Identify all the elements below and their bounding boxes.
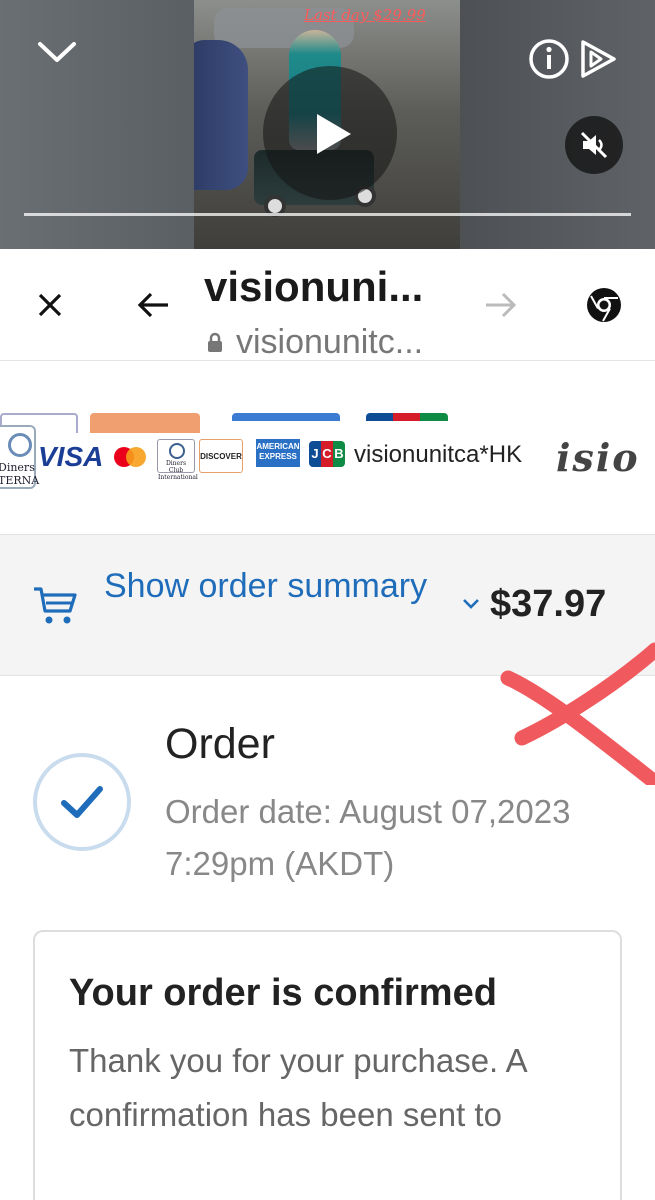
close-icon	[38, 293, 62, 317]
play-icon	[317, 114, 351, 154]
jcb-logo: JCB	[309, 441, 345, 467]
merchant-descriptor: visionunitca*HK	[354, 441, 523, 468]
show-order-summary-link[interactable]: Show order summary	[104, 567, 442, 605]
order-status-check	[33, 753, 131, 851]
order-summary-toggle[interactable]: Show order summary $37.97	[0, 534, 655, 676]
close-tab-button[interactable]	[36, 291, 64, 324]
visa-logo: VISA	[38, 441, 104, 472]
mute-button[interactable]	[565, 116, 623, 174]
parked-car	[194, 40, 248, 190]
url-text: visionunitc...	[236, 323, 424, 361]
forward-button[interactable]	[484, 291, 518, 324]
logo-ghost	[232, 413, 340, 421]
collapse-button[interactable]	[36, 38, 78, 73]
chevron-down-icon	[38, 42, 76, 62]
checkmark-icon	[61, 786, 103, 818]
page-title: visionuni...	[204, 263, 424, 310]
confirmation-card: Your order is confirmed Thank you for yo…	[33, 930, 622, 1200]
forward-arrow-icon	[486, 292, 517, 318]
video-progress-bar[interactable]	[24, 213, 631, 216]
amex-logo: AMERICAN EXPRESS	[256, 439, 300, 467]
lock-icon	[208, 332, 222, 352]
diners-club-logo-partial: Diners TERNA	[0, 425, 39, 489]
muted-speaker-icon	[580, 131, 608, 159]
payment-logos: Diners TERNA VISA Diners Club Internation…	[0, 361, 655, 534]
url-bar[interactable]: visionunitc...	[206, 323, 423, 361]
browser-toolbar: visionuni... visionunitc...	[0, 249, 655, 361]
info-button[interactable]	[528, 38, 570, 85]
card-logo-row: Diners TERNA VISA Diners Club Internation…	[0, 425, 655, 491]
expand-summary-button[interactable]	[462, 597, 480, 615]
confirmation-title: Your order is confirmed	[69, 972, 497, 1014]
cart-icon-wrap	[32, 583, 78, 632]
back-arrow-icon	[137, 292, 168, 318]
discover-logo: DISCOVER	[199, 439, 243, 473]
ad-choices-button[interactable]	[578, 38, 618, 85]
mastercard-logo	[114, 447, 146, 467]
play-button[interactable]	[263, 66, 397, 200]
chrome-icon	[587, 288, 621, 322]
open-in-chrome-button[interactable]	[586, 287, 622, 328]
cart-icon	[34, 587, 77, 624]
logo-ghost	[366, 413, 448, 421]
order-total: $37.97	[490, 583, 607, 625]
confirmation-message: Thank you for your purchase. A confirmat…	[69, 1042, 526, 1133]
order-heading: Order	[165, 720, 275, 768]
chevron-down-icon	[463, 599, 479, 609]
video-promo-text: Last day $29.99	[304, 6, 426, 24]
logo-ghost	[90, 413, 200, 433]
adchoices-icon	[581, 40, 616, 78]
order-date: Order date: August 07,2023 7:29pm (AKDT)	[165, 793, 571, 882]
diners-club-logo: Diners Club International	[157, 439, 198, 481]
video-player[interactable]: Last day $29.99	[0, 0, 655, 249]
info-icon	[529, 39, 569, 79]
brand-logo-partial: isio	[556, 435, 640, 475]
back-button[interactable]	[136, 291, 170, 324]
